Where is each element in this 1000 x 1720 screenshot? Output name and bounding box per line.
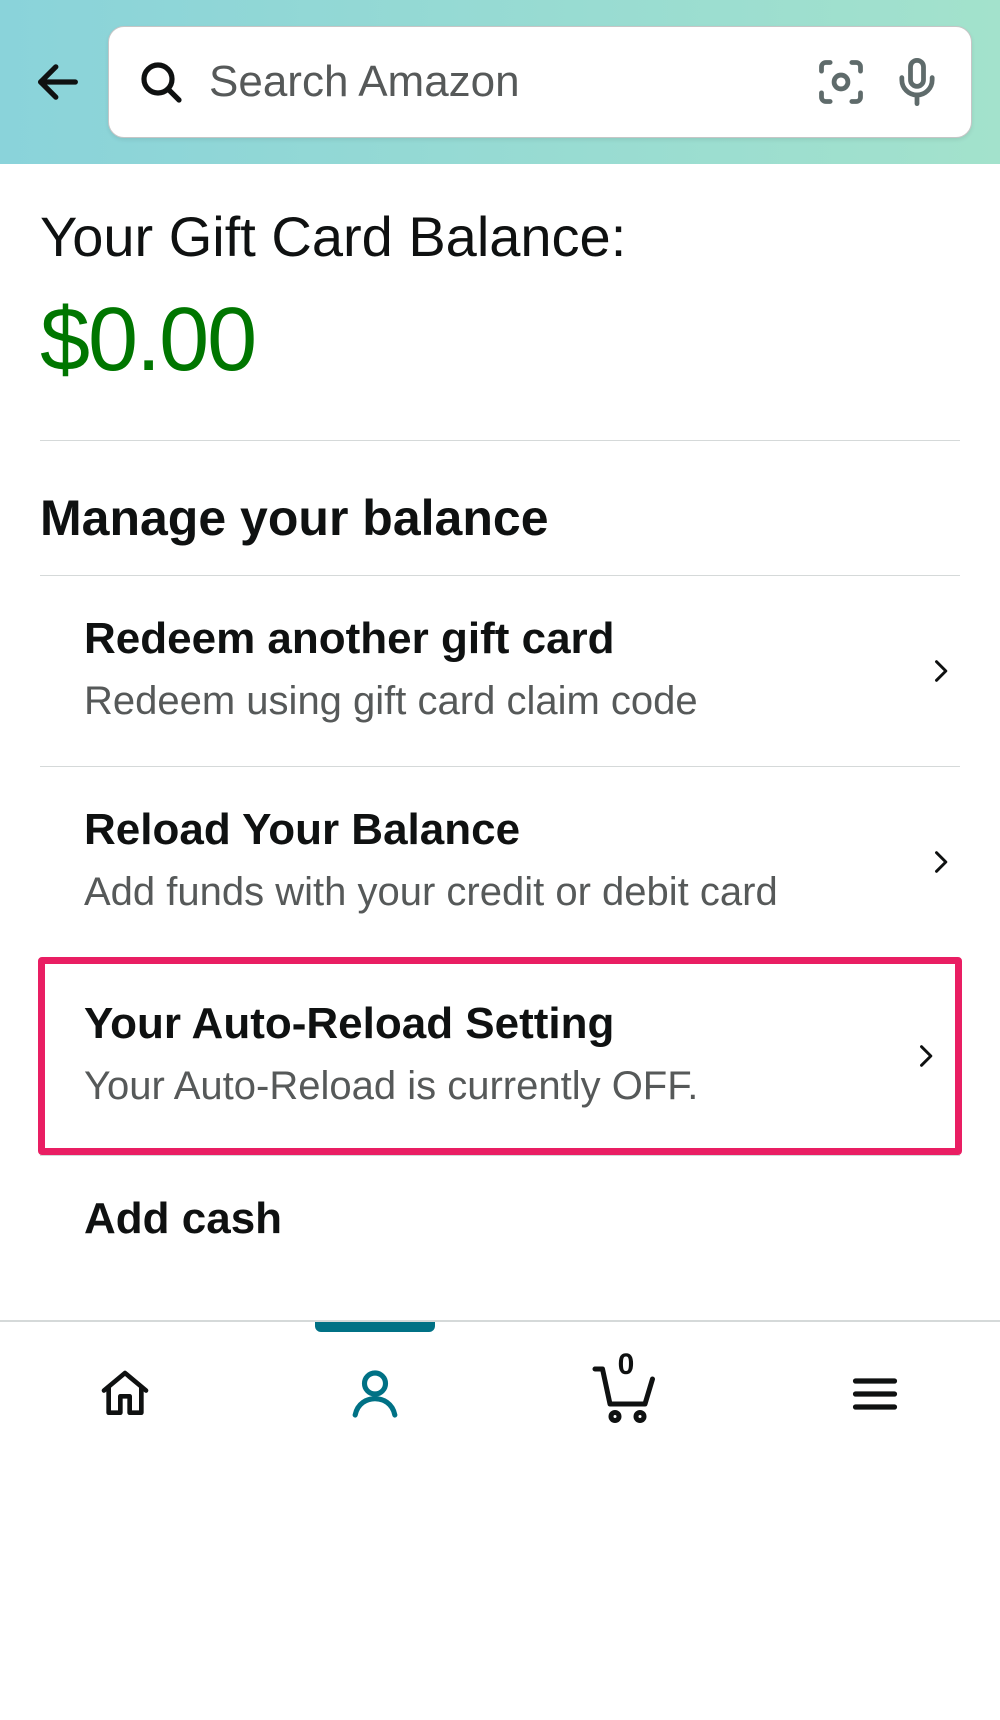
add-cash-item[interactable]: Add cash	[40, 1155, 960, 1244]
search-bar[interactable]	[108, 26, 972, 138]
nav-menu[interactable]	[825, 1354, 925, 1434]
list-item-title: Redeem another gift card	[84, 614, 900, 664]
nav-cart[interactable]: 0	[575, 1354, 675, 1434]
back-button[interactable]	[28, 52, 88, 112]
hamburger-menu-icon	[849, 1368, 901, 1420]
manage-section-title: Manage your balance	[40, 489, 960, 547]
chevron-right-icon	[920, 649, 960, 693]
camera-scan-icon[interactable]	[815, 56, 867, 108]
list-item-title: Reload Your Balance	[84, 805, 900, 855]
nav-account[interactable]	[325, 1354, 425, 1434]
bottom-navigation: 0	[0, 1320, 1000, 1720]
divider	[40, 440, 960, 441]
home-icon	[97, 1366, 153, 1422]
reload-balance-item[interactable]: Reload Your Balance Add funds with your …	[40, 766, 960, 957]
search-icon	[137, 58, 185, 106]
list-item-title: Your Auto-Reload Setting	[84, 999, 885, 1049]
chevron-right-icon	[905, 1034, 945, 1078]
auto-reload-setting-item[interactable]: Your Auto-Reload Setting Your Auto-Reloa…	[38, 957, 962, 1155]
nav-home[interactable]	[75, 1354, 175, 1434]
search-input[interactable]	[209, 57, 791, 107]
list-item-text: Your Auto-Reload Setting Your Auto-Reloa…	[84, 999, 885, 1113]
app-header	[0, 0, 1000, 164]
back-arrow-icon	[32, 56, 84, 108]
list-item-subtitle: Your Auto-Reload is currently OFF.	[84, 1059, 885, 1113]
balance-amount: $0.00	[40, 289, 960, 392]
list-item-subtitle: Add funds with your credit or debit card	[84, 865, 900, 919]
list-item-title: Add cash	[84, 1194, 960, 1244]
list-item-text: Redeem another gift card Redeem using gi…	[84, 614, 900, 728]
person-icon	[347, 1366, 403, 1422]
cart-count-badge: 0	[618, 1348, 635, 1382]
microphone-icon[interactable]	[891, 56, 943, 108]
main-content: Your Gift Card Balance: $0.00 Manage you…	[0, 164, 1000, 1244]
chevron-right-icon	[920, 840, 960, 884]
list-item-text: Reload Your Balance Add funds with your …	[84, 805, 900, 919]
balance-title: Your Gift Card Balance:	[40, 204, 960, 269]
active-tab-indicator	[315, 1322, 435, 1332]
list-item-subtitle: Redeem using gift card claim code	[84, 674, 900, 728]
redeem-gift-card-item[interactable]: Redeem another gift card Redeem using gi…	[40, 575, 960, 766]
